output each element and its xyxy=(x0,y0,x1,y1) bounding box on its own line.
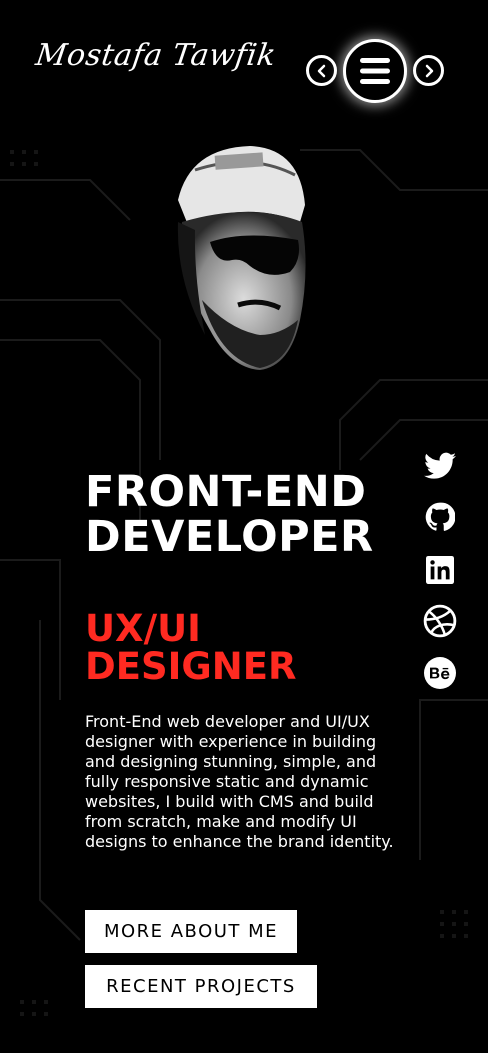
hamburger-menu-icon xyxy=(360,58,390,84)
profile-avatar xyxy=(177,146,306,370)
hero-headline: FRONT-END DEVELOPER xyxy=(85,470,405,560)
linkedin-icon xyxy=(426,556,454,584)
dribbble-link[interactable] xyxy=(422,603,458,639)
twitter-link[interactable] xyxy=(422,448,458,484)
menu-button[interactable] xyxy=(343,39,407,103)
hero-subheadline: UX/UI DESIGNER xyxy=(85,610,385,686)
chevron-left-icon xyxy=(317,64,325,77)
previous-page-button[interactable] xyxy=(306,55,337,86)
next-page-button[interactable] xyxy=(413,55,444,86)
dribbble-icon xyxy=(423,604,457,638)
linkedin-link[interactable] xyxy=(422,552,458,588)
headline-line-2: DEVELOPER xyxy=(85,512,374,562)
subhead-line-1: UX/UI xyxy=(85,607,201,650)
more-about-me-button[interactable]: MORE ABOUT ME xyxy=(85,910,297,953)
behance-link[interactable] xyxy=(422,655,458,691)
hero-description: Front-End web developer and UI/UX design… xyxy=(85,712,394,851)
github-icon xyxy=(425,502,455,531)
recent-projects-button[interactable]: RECENT PROJECTS xyxy=(85,965,317,1008)
headline-line-1: FRONT-END xyxy=(85,467,367,517)
github-link[interactable] xyxy=(422,499,458,535)
site-logo[interactable]: Mostafa Tawfik xyxy=(34,38,279,73)
chevron-right-icon xyxy=(425,64,433,77)
behance-icon xyxy=(424,657,456,689)
subhead-line-2: DESIGNER xyxy=(85,645,297,688)
twitter-icon xyxy=(424,452,456,479)
